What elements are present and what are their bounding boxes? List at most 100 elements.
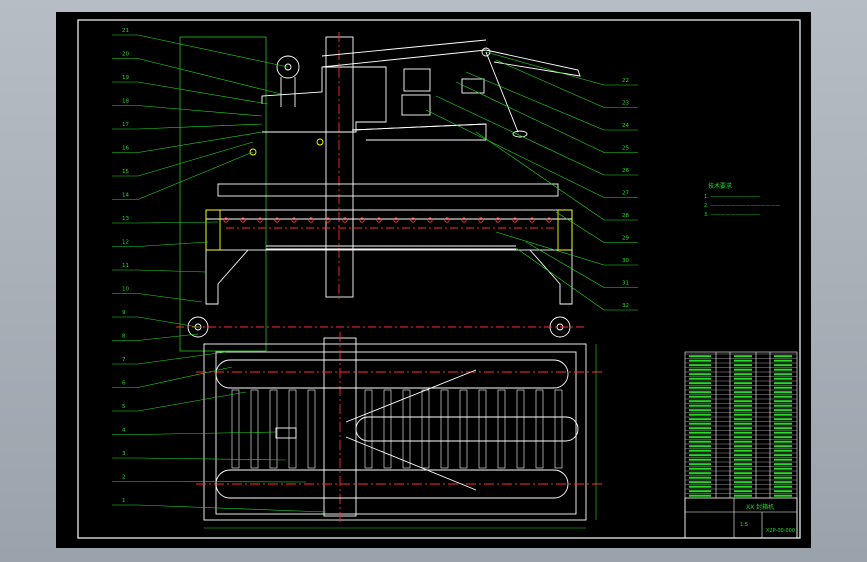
parts-row-text (689, 427, 711, 430)
callout-number: 9 (122, 310, 126, 316)
parts-row-text (689, 440, 711, 443)
parts-row-text (734, 458, 752, 461)
drawing-sheet[interactable]: 21 20 19 18 17 16 15 14 13 12 11 10 9 8 7 6 5 4 3 2 1 22 23 24… (56, 12, 811, 548)
parts-row-text (774, 422, 792, 425)
parts-row-text (734, 409, 752, 412)
callouts-right: 22 23 24 25 26 27 28 29 30 31 32 (622, 78, 629, 309)
roller-slat (383, 389, 392, 469)
parts-row-text (689, 355, 711, 358)
roller-slat (421, 389, 430, 469)
parts-row-text (689, 431, 711, 434)
callout-number: 23 (622, 101, 629, 107)
leader-line (137, 366, 233, 388)
leader-line (495, 231, 605, 266)
roller-slat (497, 389, 506, 469)
leader-line (137, 131, 263, 153)
parts-row-text (734, 400, 752, 403)
parts-row-text (734, 485, 752, 488)
parts-row-text (774, 440, 792, 443)
leader-line (137, 431, 277, 435)
parts-row-text (734, 355, 752, 358)
parts-row-text (774, 449, 792, 452)
parts-row-text (734, 440, 752, 443)
parts-row-text (774, 391, 792, 394)
parts-row-text (689, 472, 711, 475)
parts-list (684, 351, 798, 539)
parts-row-text (774, 400, 792, 403)
callout-number: 22 (622, 78, 629, 84)
callout-number: 31 (622, 281, 629, 287)
leader-line (137, 123, 263, 130)
roller-row (223, 217, 552, 223)
callouts-left: 212019181716151413121110987654321 (122, 28, 129, 504)
leader-line (137, 333, 199, 341)
parts-row-text (774, 409, 792, 412)
callout-number: 28 (622, 213, 629, 219)
roller-dot (410, 217, 416, 223)
notes-line-2: 2. —————————————— (704, 203, 780, 209)
roller-slat (459, 389, 468, 469)
roller-slat (554, 389, 563, 469)
roller-dot (427, 217, 433, 223)
roller-dot (376, 217, 382, 223)
roller-slat (307, 389, 316, 469)
callout-number: 21 (122, 28, 129, 34)
parts-row-text (734, 454, 752, 457)
side-elevation (176, 32, 586, 352)
parts-row-text (689, 481, 711, 484)
parts-row-text (734, 472, 752, 475)
callout-number: 24 (622, 123, 629, 129)
parts-row-text (689, 382, 711, 385)
leader-line (465, 71, 605, 131)
roller-slat (364, 389, 373, 469)
parts-row-text (774, 364, 792, 367)
roller-dot (359, 217, 365, 223)
parts-row-text (689, 467, 711, 470)
leader-line (137, 293, 203, 303)
parts-row-text (774, 463, 792, 466)
callout-number: 5 (122, 404, 126, 410)
parts-row-text (689, 494, 711, 497)
parts-row-text (774, 413, 792, 416)
roller-slat (535, 389, 544, 469)
callout-number: 13 (122, 216, 129, 222)
roller-dot (325, 217, 331, 223)
parts-row-text (774, 359, 792, 362)
leader-line (555, 211, 605, 243)
parts-row-text (774, 355, 792, 358)
roller-dot (393, 217, 399, 223)
leader-line (435, 95, 605, 176)
callout-number: 2 (122, 475, 126, 481)
parts-row-text (689, 490, 711, 493)
leader-line (137, 81, 269, 105)
callout-number: 19 (122, 75, 129, 81)
parts-row-text (689, 463, 711, 466)
parts-row-text (774, 382, 792, 385)
parts-row-text (734, 427, 752, 430)
parts-row-text (689, 364, 711, 367)
parts-row-text (774, 454, 792, 457)
title-block-scale: 1:5 (740, 522, 748, 528)
callout-number: 15 (122, 169, 129, 175)
roller-slat (250, 389, 259, 469)
parts-row-text (734, 368, 752, 371)
roller-slat (402, 389, 411, 469)
parts-row-text (689, 476, 711, 479)
parts-row-text (689, 454, 711, 457)
roller-dot (461, 217, 467, 223)
parts-row-text (774, 476, 792, 479)
parts-row-text (774, 427, 792, 430)
parts-row-text (689, 458, 711, 461)
parts-row-text (734, 467, 752, 470)
parts-row-text (734, 463, 752, 466)
parts-row-text (734, 436, 752, 439)
parts-row-text (774, 467, 792, 470)
parts-row-text (774, 404, 792, 407)
parts-row-text (734, 373, 752, 376)
roller-dot (495, 217, 501, 223)
parts-row-text (689, 359, 711, 362)
roller-dot (257, 217, 263, 223)
parts-row-text (734, 418, 752, 421)
roller-dot (291, 217, 297, 223)
parts-row-text (774, 377, 792, 380)
